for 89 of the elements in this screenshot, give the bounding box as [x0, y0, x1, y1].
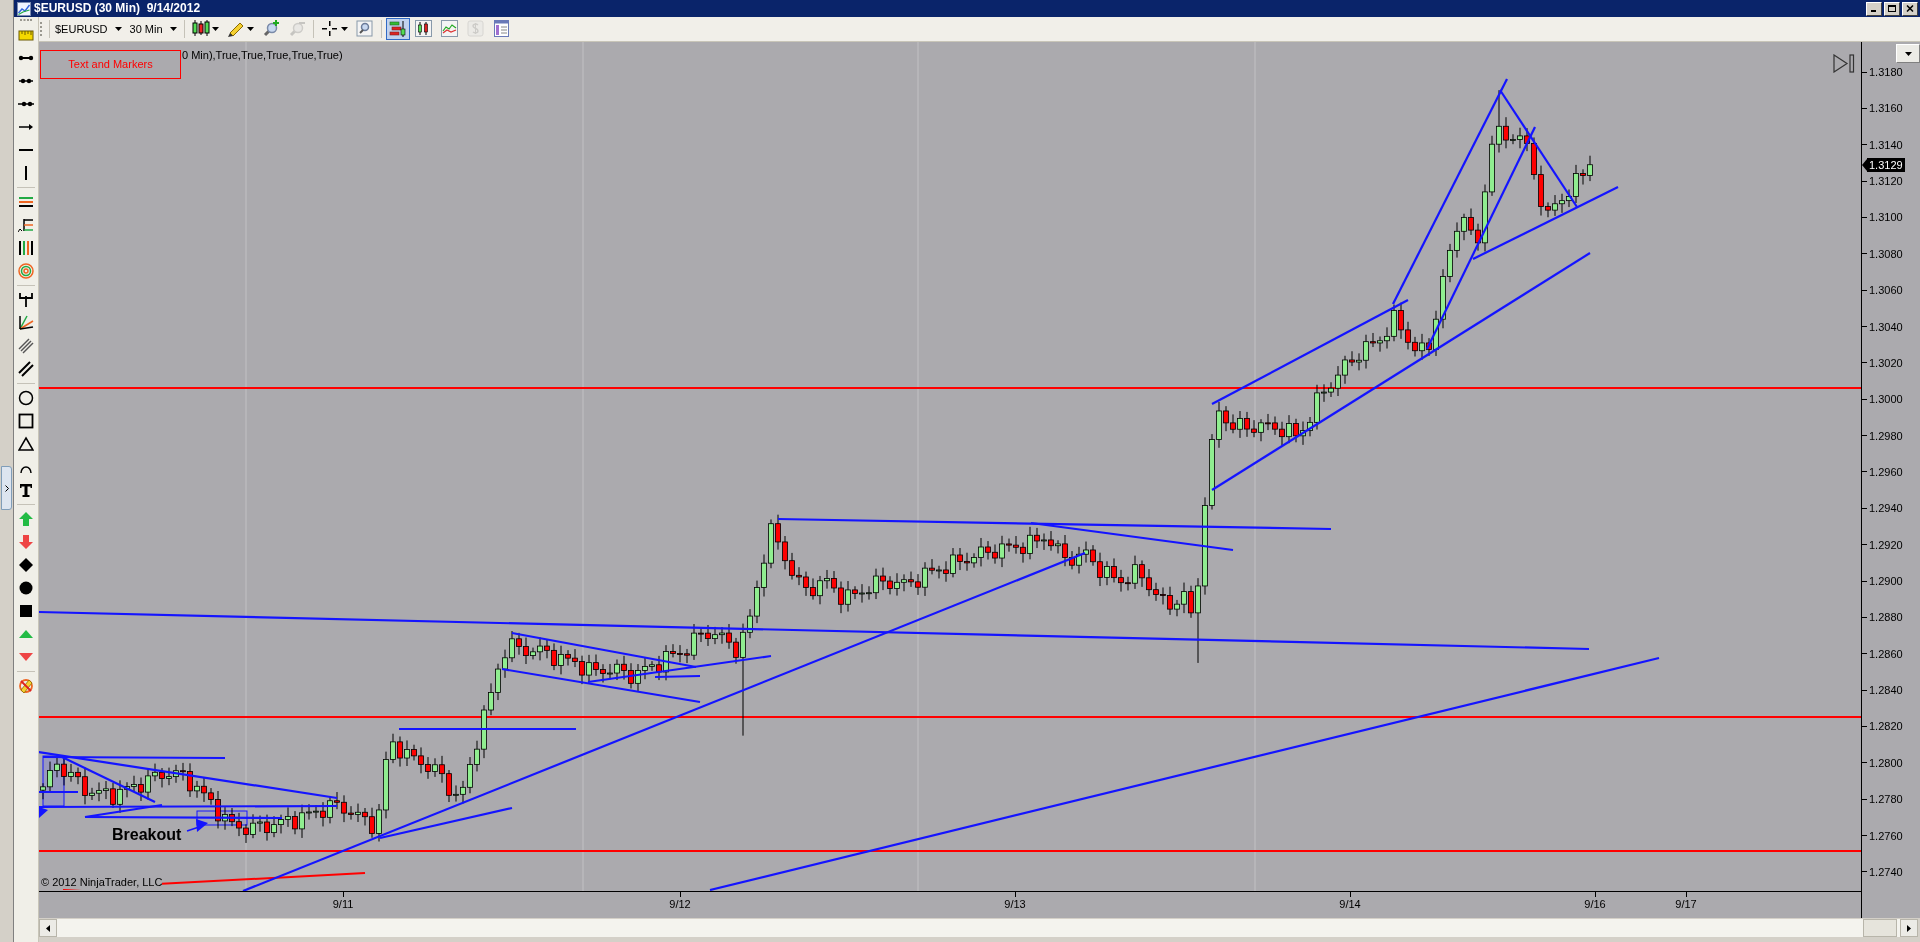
price-label: 1.3060 — [1869, 283, 1903, 298]
scroll-left-button[interactable] — [39, 919, 57, 937]
grip-handle-icon[interactable] — [20, 19, 32, 22]
vertical-lines-icon[interactable] — [18, 239, 34, 256]
parallel-lines-icon[interactable] — [18, 360, 34, 377]
caret-icon — [114, 27, 122, 31]
price-label: 1.3140 — [1869, 137, 1903, 152]
price-label: 1.2880 — [1869, 610, 1903, 625]
pencil-icon — [226, 20, 245, 38]
diamond-icon[interactable] — [18, 556, 34, 573]
price-ladder-button[interactable] — [385, 18, 410, 40]
arrow-down-icon[interactable] — [18, 533, 34, 550]
crosshair-icon — [320, 20, 339, 38]
time-label: 9/13 — [1004, 897, 1026, 911]
price-label: 1.3000 — [1869, 392, 1903, 407]
caret-icon — [340, 27, 348, 31]
chevron-right-icon — [4, 484, 9, 492]
price-label: 1.2760 — [1869, 828, 1903, 843]
price-label: 1.3180 — [1869, 65, 1903, 79]
arrow — [186, 819, 208, 832]
window-title: $EURUSD (30 Min) 9/14/2012 — [34, 0, 201, 17]
close-icon — [1906, 5, 1914, 12]
triangle-outline-icon[interactable] — [18, 435, 34, 452]
price-label: 1.2780 — [1869, 792, 1903, 807]
price-label: 1.3100 — [1869, 210, 1903, 225]
price-label: 1.3020 — [1869, 355, 1903, 370]
concentric-circles-icon[interactable] — [18, 262, 34, 279]
pencil-crossed-icon[interactable] — [18, 677, 34, 694]
time-label: 9/11 — [332, 897, 354, 911]
text-tool-icon[interactable] — [18, 481, 34, 498]
time-label: 9/17 — [1675, 897, 1697, 911]
time-label: 9/14 — [1339, 897, 1361, 911]
scrollbar-thumb[interactable] — [1863, 919, 1897, 937]
price-label: 1.2840 — [1869, 683, 1903, 698]
dollar-icon — [466, 20, 485, 38]
caret-right-icon — [1907, 924, 1911, 932]
line-chart-icon — [440, 20, 459, 38]
circle-icon[interactable] — [18, 389, 34, 406]
diagonal-lines-icon[interactable] — [18, 337, 34, 354]
price-ladder-icon — [388, 20, 407, 38]
scroll-menu-button[interactable] — [1896, 44, 1920, 63]
pitchfork-icon[interactable] — [18, 291, 34, 308]
price-label: 1.2800 — [1869, 755, 1903, 770]
close-button[interactable] — [1902, 1, 1918, 16]
candlestick-icon — [191, 20, 210, 38]
annotation-box: Text and Markers — [40, 50, 181, 79]
interval-dropdown[interactable]: 30 Min — [126, 22, 180, 36]
skip-to-end-icon[interactable] — [1833, 54, 1855, 73]
time-label: 9/12 — [669, 897, 691, 911]
price-label: 1.3160 — [1869, 101, 1903, 116]
square-outline-icon[interactable] — [18, 412, 34, 429]
caret-left-icon — [46, 924, 50, 932]
panel-toggle-tab[interactable] — [1, 466, 12, 510]
caret-icon — [246, 27, 254, 31]
maximize-button[interactable] — [1884, 1, 1900, 16]
grip-handle-icon[interactable] — [40, 22, 43, 36]
price-label: 1.2960 — [1869, 464, 1903, 479]
zoom-out-icon — [287, 20, 306, 38]
price-label: 1.2820 — [1869, 719, 1903, 734]
price-label: 1.2860 — [1869, 646, 1903, 661]
maximize-icon — [1888, 5, 1896, 12]
copyright-text: © 2012 NinjaTrader, LLC — [41, 876, 163, 889]
price-label: 1.2940 — [1869, 501, 1903, 516]
square-icon[interactable] — [18, 602, 34, 619]
dot-icon[interactable] — [18, 579, 34, 596]
annotation-text: Breakout — [112, 825, 182, 844]
chart-window-icon — [17, 1, 31, 16]
magnifier-box-icon — [355, 20, 374, 38]
instrument-dropdown[interactable]: $EURUSD — [52, 22, 125, 36]
price-label: 1.3040 — [1869, 319, 1903, 334]
caret-icon — [169, 27, 177, 31]
zoom-in-icon — [261, 20, 280, 38]
price-label: 1.2920 — [1869, 537, 1903, 552]
time-label: 9/16 — [1584, 897, 1606, 911]
fan-lines-icon[interactable] — [18, 314, 34, 331]
document-icon — [492, 20, 511, 38]
indicator-label: 0 Min),True,True,True,True,True) — [182, 49, 343, 62]
price-label: 1.2900 — [1869, 574, 1903, 589]
minimize-button[interactable] — [1866, 1, 1882, 16]
caret-icon — [211, 27, 219, 31]
price-label: 1.2980 — [1869, 428, 1903, 443]
triangle-marker — [39, 807, 48, 818]
price-label: 1.2740 — [1869, 864, 1903, 879]
candles-window-icon — [414, 20, 433, 38]
price-label: 1.3080 — [1869, 246, 1903, 261]
scroll-right-button[interactable] — [1900, 919, 1918, 937]
caret-icon — [1904, 51, 1912, 56]
extension-lines-icon[interactable] — [18, 216, 34, 233]
price-label: 1.3120 — [1869, 174, 1903, 189]
